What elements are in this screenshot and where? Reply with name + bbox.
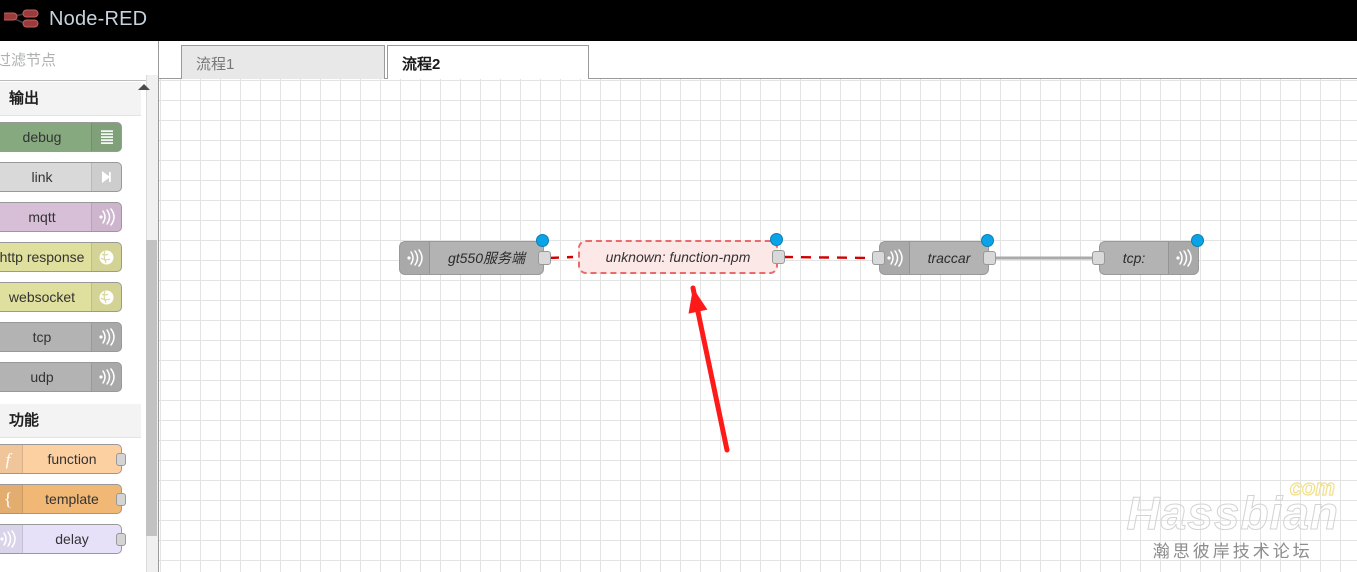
flow-canvas[interactable]: gt550服务端 unknown: function-npm traccar tcp:…: [159, 79, 1357, 572]
flow-node-label: gt550服务端: [447, 250, 526, 266]
svg-text:{: {: [3, 489, 12, 509]
palette-node-debug[interactable]: debug: [0, 122, 122, 152]
flow-node-label: tcp:: [1122, 250, 1146, 266]
palette-node-output-port: [116, 493, 126, 506]
palette-section-header[interactable]: 输出: [0, 82, 141, 116]
palette-node-label: debug: [22, 129, 62, 145]
flow-node-gt550服务端[interactable]: gt550服务端: [399, 241, 544, 275]
flow-node-status-dot: [770, 233, 783, 246]
flow-node-label: traccar: [927, 250, 971, 266]
flow-tab-bar: 流程1 流程2: [159, 41, 1357, 80]
palette-section-header[interactable]: 功能: [0, 404, 141, 438]
template-brace-icon: {: [0, 485, 23, 513]
palette-scroll-area: 输出 debug link mqtt http response websocket tcp…: [0, 82, 158, 572]
palette-node-label: http response: [0, 249, 85, 265]
flow-node-status-dot: [536, 234, 549, 247]
palette-search-input[interactable]: [0, 41, 158, 81]
flow-tab-1[interactable]: 流程1: [181, 45, 385, 80]
palette-node-mqtt[interactable]: mqtt: [0, 202, 122, 232]
signal-wave-icon: [400, 242, 430, 274]
svg-text:f: f: [5, 450, 12, 469]
palette-node-delay[interactable]: delay: [0, 524, 126, 554]
node-red-logo-icon: [1, 9, 44, 38]
palette-node-label: mqtt: [28, 209, 56, 225]
flow-node-tcp-[interactable]: tcp:: [1099, 241, 1199, 275]
palette-node-label: tcp: [32, 329, 52, 345]
signal-wave-icon: [91, 203, 121, 231]
palette-node-label: websocket: [8, 289, 76, 305]
palette-node-tcp[interactable]: tcp: [0, 322, 122, 352]
palette-node-function[interactable]: f function: [0, 444, 126, 474]
flow-tab-label: 流程1: [196, 55, 235, 73]
palette-node-udp[interactable]: udp: [0, 362, 122, 392]
debug-lines-icon: [91, 123, 121, 151]
flow-node-output-port[interactable]: [772, 250, 785, 264]
signal-wave-icon: [91, 323, 121, 351]
flow-node-status-dot: [981, 234, 994, 247]
palette-node-output-port: [116, 533, 126, 546]
link-out-icon: [91, 163, 121, 191]
globe-icon: [91, 283, 121, 311]
globe-icon: [91, 243, 121, 271]
flow-tab-2[interactable]: 流程2: [387, 45, 589, 80]
flow-node-unknown-function-npm[interactable]: unknown: function-npm: [578, 240, 778, 274]
signal-wave-icon: [91, 363, 121, 391]
flow-node-label: unknown: function-npm: [605, 249, 751, 265]
palette-scrollbar-thumb[interactable]: [146, 240, 157, 536]
app-title: Node-RED: [49, 8, 148, 30]
palette-node-link[interactable]: link: [0, 162, 122, 192]
signal-wave-icon: [0, 525, 23, 553]
flow-wire[interactable]: [548, 255, 574, 260]
flow-tab-label: 流程2: [402, 55, 441, 73]
palette-node-label: udp: [30, 369, 54, 385]
palette-node-output-port: [116, 453, 126, 466]
wire-layer: [548, 255, 1094, 260]
node-palette: 输出 debug link mqtt http response websocket tcp…: [0, 41, 159, 572]
app-header: Node-RED: [0, 0, 1357, 41]
flow-node-output-port[interactable]: [538, 251, 551, 265]
flow-node-status-dot: [1191, 234, 1204, 247]
signal-wave-icon: [1168, 242, 1198, 274]
palette-node-websocket[interactable]: websocket: [0, 282, 122, 312]
flow-wire[interactable]: [782, 255, 875, 260]
flow-node-input-port[interactable]: [1092, 251, 1105, 265]
function-f-icon: f: [0, 445, 23, 473]
palette-node-template[interactable]: { template: [0, 484, 126, 514]
palette-node-http-response[interactable]: http response: [0, 242, 122, 272]
flow-node-traccar[interactable]: traccar: [879, 241, 989, 275]
palette-node-label: template: [45, 491, 99, 507]
palette-scrollbar-track[interactable]: [146, 75, 158, 572]
flow-node-input-port[interactable]: [872, 251, 885, 265]
palette-node-label: function: [47, 451, 97, 467]
palette-node-label: link: [31, 169, 53, 185]
flow-node-output-port[interactable]: [983, 251, 996, 265]
triangle-up-icon[interactable]: [138, 84, 150, 90]
palette-node-label: delay: [55, 531, 89, 547]
